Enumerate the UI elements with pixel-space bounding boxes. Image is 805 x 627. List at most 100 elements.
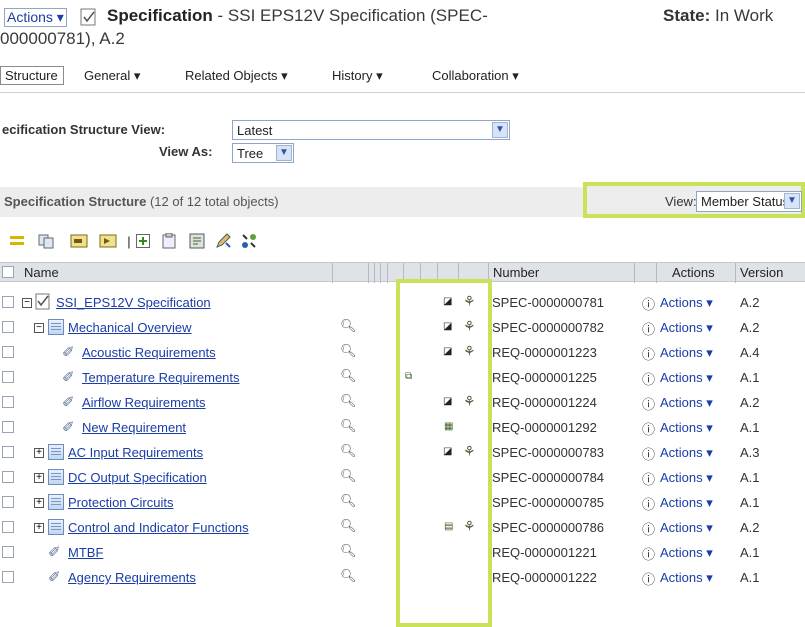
info-icon[interactable]: ⓘ <box>642 569 655 588</box>
magnifier-icon[interactable]: 🔍︎ <box>340 368 357 384</box>
row-name-link[interactable]: SSI_EPS12V Specification <box>56 295 211 310</box>
info-icon[interactable]: ⓘ <box>642 344 655 363</box>
row-checkbox[interactable] <box>2 346 14 358</box>
copy-icon[interactable] <box>37 232 55 250</box>
row-actions-menu[interactable]: Actions ▾ <box>660 320 713 336</box>
row-name-link[interactable]: DC Output Specification <box>68 470 207 485</box>
tab-general[interactable]: General ▾ <box>84 68 140 84</box>
info-icon[interactable]: ⓘ <box>642 544 655 563</box>
tab-related-objects[interactable]: Related Objects ▾ <box>185 68 288 84</box>
info-icon[interactable]: ⓘ <box>642 494 655 513</box>
insert-icon[interactable] <box>99 232 117 250</box>
magnifier-icon[interactable]: 🔍︎ <box>340 393 357 409</box>
row-checkbox[interactable] <box>2 421 14 433</box>
row-number: REQ-0000001292 <box>492 420 597 435</box>
tools-icon[interactable] <box>240 232 258 250</box>
row-checkbox[interactable] <box>2 371 14 383</box>
row-name-link[interactable]: Protection Circuits <box>68 495 173 510</box>
row-checkbox[interactable] <box>2 521 14 533</box>
row-name-link[interactable]: AC Input Requirements <box>68 445 203 460</box>
magnifier-icon[interactable]: 🔍︎ <box>340 543 357 559</box>
info-icon[interactable]: ⓘ <box>642 519 655 538</box>
actions-menu-button[interactable]: Actions ▾ <box>4 8 67 27</box>
expand-icon[interactable]: + <box>34 523 44 533</box>
collapse-all-icon[interactable] <box>8 232 26 250</box>
row-checkbox[interactable] <box>2 546 14 558</box>
row-actions-menu[interactable]: Actions ▾ <box>660 520 713 536</box>
row-name-link[interactable]: Acoustic Requirements <box>82 345 216 360</box>
clipboard-icon[interactable] <box>160 232 178 250</box>
paste-icon[interactable] <box>70 232 88 250</box>
expand-icon[interactable]: + <box>34 448 44 458</box>
settings-icon[interactable] <box>188 232 206 250</box>
magnifier-icon[interactable]: 🔍︎ <box>340 493 357 509</box>
row-checkbox[interactable] <box>2 446 14 458</box>
row-actions-menu[interactable]: Actions ▾ <box>660 445 713 461</box>
row-name-link[interactable]: New Requirement <box>82 420 186 435</box>
table-row: − SSI_EPS12V Specification ◪ ⚘ SPEC-0000… <box>0 290 805 315</box>
info-icon[interactable]: ⓘ <box>642 294 655 313</box>
row-actions-menu[interactable]: Actions ▾ <box>660 395 713 411</box>
row-number: REQ-0000001225 <box>492 370 597 385</box>
tab-collaboration[interactable]: Collaboration ▾ <box>432 68 519 84</box>
row-name-link[interactable]: Agency Requirements <box>68 570 196 585</box>
collapse-icon[interactable]: − <box>34 323 44 333</box>
column-header-version[interactable]: Version <box>740 265 783 280</box>
row-name-link[interactable]: Control and Indicator Functions <box>68 520 249 535</box>
magnifier-icon[interactable]: 🔍︎ <box>340 518 357 534</box>
expand-icon[interactable]: + <box>34 498 44 508</box>
row-actions-menu[interactable]: Actions ▾ <box>660 470 713 486</box>
magnifier-icon[interactable]: 🔍︎ <box>340 343 357 359</box>
row-actions-menu[interactable]: Actions ▾ <box>660 370 713 386</box>
column-separator <box>656 263 657 283</box>
collapse-icon[interactable]: − <box>22 298 32 308</box>
row-number: SPEC-0000000783 <box>492 445 605 460</box>
edit-icon[interactable] <box>214 232 232 250</box>
row-checkbox[interactable] <box>2 321 14 333</box>
magnifier-icon[interactable]: 🔍︎ <box>340 568 357 584</box>
row-actions-menu[interactable]: Actions ▾ <box>660 545 713 561</box>
tab-history[interactable]: History ▾ <box>332 68 383 84</box>
table-row: + Control and Indicator Functions 🔍︎ ▤ ⚘… <box>0 515 805 540</box>
column-header-actions[interactable]: Actions <box>672 265 715 280</box>
row-checkbox[interactable] <box>2 496 14 508</box>
column-separator <box>488 263 489 283</box>
row-actions-menu[interactable]: Actions ▾ <box>660 295 713 311</box>
select-all-checkbox[interactable] <box>2 266 14 278</box>
row-checkbox[interactable] <box>2 396 14 408</box>
info-icon[interactable]: ⓘ <box>642 419 655 438</box>
table-row: + Protection Circuits 🔍︎ SPEC-0000000785… <box>0 490 805 515</box>
table-row: ✐ MTBF 🔍︎ REQ-0000001221 ⓘ Actions ▾ A.1 <box>0 540 805 565</box>
magnifier-icon[interactable]: 🔍︎ <box>340 318 357 334</box>
row-name-link[interactable]: Airflow Requirements <box>82 395 206 410</box>
view-select[interactable]: Member Status ▼ <box>696 191 802 212</box>
tab-structure[interactable]: Structure <box>0 66 64 85</box>
expand-icon[interactable]: + <box>34 473 44 483</box>
column-header-name[interactable]: Name <box>24 265 59 280</box>
info-icon[interactable]: ⓘ <box>642 444 655 463</box>
row-name-link[interactable]: MTBF <box>68 545 103 560</box>
info-icon[interactable]: ⓘ <box>642 319 655 338</box>
row-actions-menu[interactable]: Actions ▾ <box>660 345 713 361</box>
column-separator <box>437 263 438 283</box>
row-actions-menu[interactable]: Actions ▾ <box>660 420 713 436</box>
row-name-link[interactable]: Mechanical Overview <box>68 320 192 335</box>
magnifier-icon[interactable]: 🔍︎ <box>340 418 357 434</box>
magnifier-icon[interactable]: 🔍︎ <box>340 443 357 459</box>
row-checkbox[interactable] <box>2 471 14 483</box>
add-row-icon[interactable] <box>134 232 152 250</box>
row-actions-menu[interactable]: Actions ▾ <box>660 495 713 511</box>
row-checkbox[interactable] <box>2 571 14 583</box>
info-icon[interactable]: ⓘ <box>642 394 655 413</box>
view-label: View: <box>665 194 697 209</box>
row-checkbox[interactable] <box>2 296 14 308</box>
row-actions-menu[interactable]: Actions ▾ <box>660 570 713 586</box>
structure-view-select[interactable]: Latest ▼ <box>232 120 510 140</box>
info-icon[interactable]: ⓘ <box>642 469 655 488</box>
view-as-select[interactable]: Tree ▼ <box>232 143 294 163</box>
table-row: ✐ New Requirement 🔍︎ ▦ REQ-0000001292 ⓘ … <box>0 415 805 440</box>
magnifier-icon[interactable]: 🔍︎ <box>340 468 357 484</box>
column-header-number[interactable]: Number <box>493 265 539 280</box>
row-name-link[interactable]: Temperature Requirements <box>82 370 240 385</box>
info-icon[interactable]: ⓘ <box>642 369 655 388</box>
